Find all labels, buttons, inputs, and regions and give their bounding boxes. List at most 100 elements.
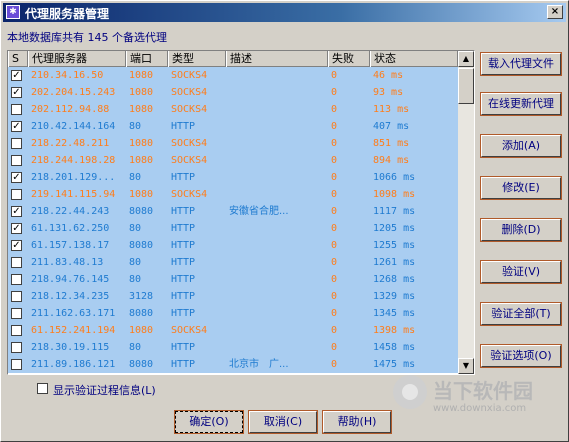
watermark: 当下软件园 www.downxia.com <box>393 373 565 425</box>
close-button[interactable]: × <box>547 5 563 19</box>
cell-type: HTTP <box>171 359 196 370</box>
row-checkbox[interactable] <box>11 138 22 149</box>
table-row[interactable]: 219.141.115.94 1080 SOCKS4 0 1098 ms <box>8 186 458 203</box>
help-button[interactable]: 帮助(H) <box>322 410 392 434</box>
cell-status: 1458 ms <box>373 342 416 353</box>
cell-type: HTTP <box>171 257 196 268</box>
add-button[interactable]: 添加(A) <box>480 134 562 158</box>
cell-server: 210.34.16.50 <box>31 70 104 81</box>
cell-server: 218.22.44.243 <box>31 206 110 217</box>
row-checkbox[interactable]: ✓ <box>11 240 22 251</box>
cell-port: 8080 <box>129 359 154 370</box>
row-checkbox[interactable] <box>11 104 22 115</box>
cell-server: 210.42.144.164 <box>31 121 116 132</box>
cell-desc <box>229 135 327 152</box>
table-row[interactable]: 218.94.76.145 80 HTTP 0 1268 ms <box>8 271 458 288</box>
online-update-proxy-button[interactable]: 在线更新代理 <box>480 92 562 116</box>
row-checkbox[interactable] <box>11 308 22 319</box>
cell-type: HTTP <box>171 240 196 251</box>
cell-fail: 0 <box>331 87 338 98</box>
scroll-up-button[interactable]: ▲ <box>458 51 474 67</box>
header-col-s[interactable]: S <box>8 51 28 67</box>
cell-desc <box>229 152 327 169</box>
header-col-fail[interactable]: 失败 <box>328 51 370 67</box>
cell-port: 1080 <box>129 104 154 115</box>
row-checkbox[interactable]: ✓ <box>11 70 22 81</box>
table-row[interactable]: ✓ 202.204.15.243 1080 SOCKS4 0 93 ms <box>8 84 458 101</box>
cell-fail: 0 <box>331 257 338 268</box>
cell-server: 202.204.15.243 <box>31 87 116 98</box>
cell-status: 1066 ms <box>373 172 416 183</box>
table-row[interactable]: ✓ 61.157.138.17 8080 HTTP 0 1255 ms <box>8 237 458 254</box>
cell-status: 407 ms <box>373 121 410 132</box>
table-row[interactable]: 218.22.48.211 1080 SOCKS4 0 851 ms <box>8 135 458 152</box>
row-checkbox[interactable]: ✓ <box>11 172 22 183</box>
cell-server: 61.157.138.17 <box>31 240 110 251</box>
table-row[interactable]: 211.89.186.121 8080 HTTP 北京市 广... 0 1475 ms <box>8 356 458 373</box>
table-row[interactable]: 211.162.63.171 8080 HTTP 0 1345 ms <box>8 305 458 322</box>
table-row[interactable]: 211.83.48.13 80 HTTP 0 1261 ms <box>8 254 458 271</box>
table-row[interactable]: 218.244.198.28 1080 SOCKS4 0 894 ms <box>8 152 458 169</box>
header-col-port[interactable]: 端口 <box>126 51 168 67</box>
row-checkbox[interactable] <box>11 325 22 336</box>
cell-server: 211.89.186.121 <box>31 359 116 370</box>
verify-button[interactable]: 验证(V) <box>480 260 562 284</box>
table-row[interactable]: ✓ 218.22.44.243 8080 HTTP 安徽省合肥... 0 1117 ms <box>8 203 458 220</box>
header-col-status[interactable]: 状态 <box>370 51 458 67</box>
scroll-thumb[interactable] <box>458 68 474 104</box>
row-checkbox[interactable]: ✓ <box>11 223 22 234</box>
table-row[interactable]: ✓ 210.42.144.164 80 HTTP 0 407 ms <box>8 118 458 135</box>
table-row[interactable]: 202.112.94.88 1080 SOCKS4 0 113 ms <box>8 101 458 118</box>
cell-port: 80 <box>129 121 142 132</box>
delete-button[interactable]: 删除(D) <box>480 218 562 242</box>
cell-port: 1080 <box>129 87 154 98</box>
cell-desc <box>229 339 327 356</box>
table-row[interactable]: ✓ 61.131.62.250 80 HTTP 0 1205 ms <box>8 220 458 237</box>
row-checkbox[interactable] <box>11 274 22 285</box>
table-row[interactable]: 218.30.19.115 80 HTTP 0 1458 ms <box>8 339 458 356</box>
summary-text: 本地数据库共有 145 个备选代理 <box>7 31 167 44</box>
row-checkbox[interactable] <box>11 342 22 353</box>
verify-all-button[interactable]: 验证全部(T) <box>480 302 562 326</box>
table-row[interactable]: 218.12.34.235 3128 HTTP 0 1329 ms <box>8 288 458 305</box>
cell-server: 218.30.19.115 <box>31 342 110 353</box>
cell-fail: 0 <box>331 206 338 217</box>
header-col-desc[interactable]: 描述 <box>226 51 328 67</box>
row-checkbox[interactable] <box>11 359 22 370</box>
row-checkbox[interactable] <box>11 257 22 268</box>
proxy-list[interactable]: S 代理服务器 端口 类型 描述 失败 状态 ✓ 210.34.16.50 1080 SOCKS4… <box>7 50 475 375</box>
cell-status: 46 ms <box>373 70 404 81</box>
table-row[interactable]: ✓ 210.34.16.50 1080 SOCKS4 0 46 ms <box>8 67 458 84</box>
load-proxy-file-button[interactable]: 载入代理文件 <box>480 52 562 76</box>
row-checkbox[interactable] <box>11 155 22 166</box>
header-col-server[interactable]: 代理服务器 <box>28 51 126 67</box>
ok-button[interactable]: 确定(O) <box>174 410 244 434</box>
row-checkbox[interactable]: ✓ <box>11 87 22 98</box>
cell-port: 1080 <box>129 138 154 149</box>
cell-port: 80 <box>129 342 142 353</box>
verify-options-button[interactable]: 验证选项(O) <box>480 344 562 368</box>
table-row[interactable]: 61.152.241.194 1080 SOCKS4 0 1398 ms <box>8 322 458 339</box>
cell-desc <box>229 237 327 254</box>
cell-status: 1345 ms <box>373 308 416 319</box>
cancel-button[interactable]: 取消(C) <box>248 410 318 434</box>
title-bar[interactable]: ✱ 代理服务器管理 × <box>3 3 566 22</box>
show-verify-info-checkbox[interactable] <box>37 383 48 394</box>
cell-port: 3128 <box>129 291 154 302</box>
cell-status: 1398 ms <box>373 325 416 336</box>
scroll-down-button[interactable]: ▼ <box>458 358 474 374</box>
show-verify-info-label: 显示验证过程信息(L) <box>53 384 156 397</box>
cell-server: 218.12.34.235 <box>31 291 110 302</box>
row-checkbox[interactable]: ✓ <box>11 121 22 132</box>
table-row[interactable]: ✓ 218.201.129... 80 HTTP 0 1066 ms <box>8 169 458 186</box>
header-col-type[interactable]: 类型 <box>168 51 226 67</box>
row-checkbox[interactable] <box>11 291 22 302</box>
edit-button[interactable]: 修改(E) <box>480 176 562 200</box>
cell-desc <box>229 254 327 271</box>
row-checkbox[interactable]: ✓ <box>11 206 22 217</box>
cell-type: SOCKS4 <box>171 70 208 81</box>
cell-port: 80 <box>129 274 142 285</box>
proxy-manager-window: ✱ 代理服务器管理 × 本地数据库共有 145 个备选代理 S 代理服务器 端口 类型… <box>0 0 569 442</box>
vertical-scrollbar[interactable]: ▲ ▼ <box>458 51 474 374</box>
row-checkbox[interactable] <box>11 189 22 200</box>
